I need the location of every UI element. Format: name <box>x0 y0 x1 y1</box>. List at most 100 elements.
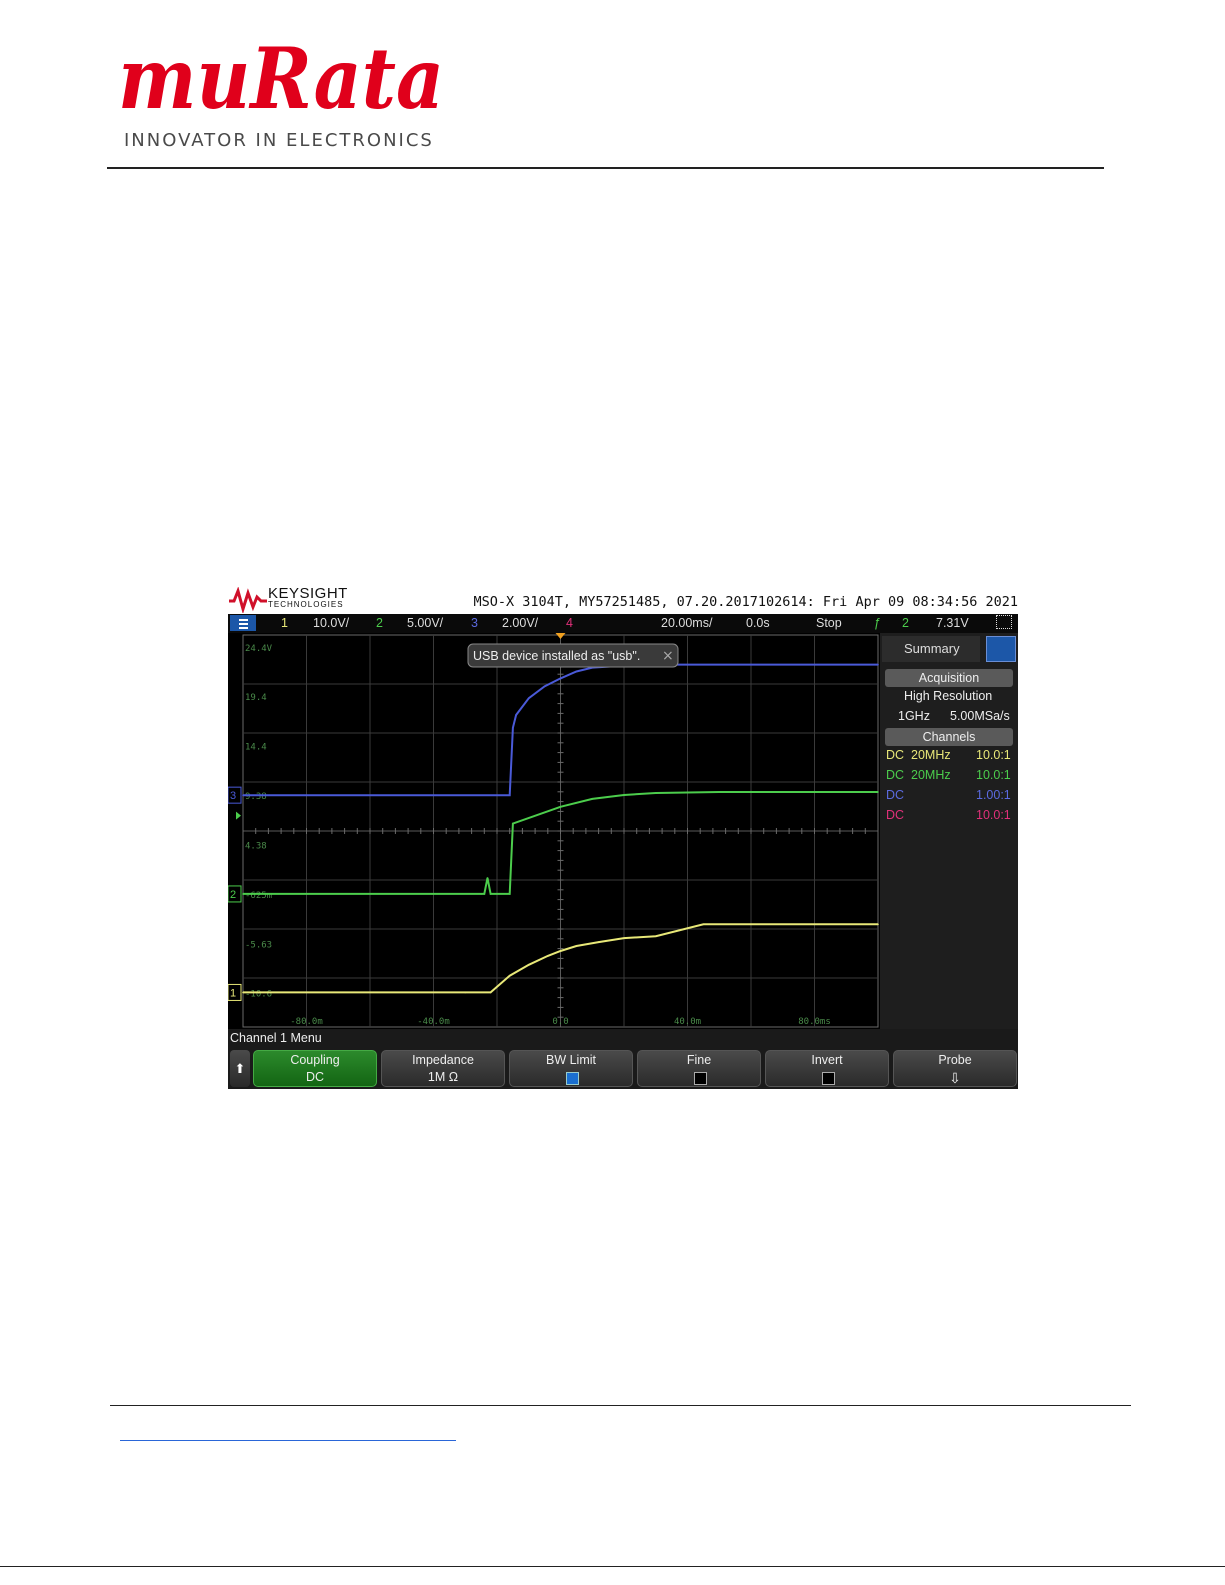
ch2-trace-point <box>483 893 486 895</box>
ch1-trace-point <box>527 963 530 966</box>
ch2-trace-point <box>486 877 489 879</box>
x-tick-label: -40.0m <box>417 1017 450 1027</box>
x-tick-label: 0.0 <box>552 1017 568 1027</box>
delay[interactable]: 0.0s <box>746 616 770 630</box>
ch2-bw: 20MHz <box>911 768 951 782</box>
ch3-trace-point <box>242 794 244 796</box>
ch3-trace-point <box>508 794 511 796</box>
ch2-scale[interactable]: 5.00V/ <box>407 616 443 630</box>
x-tick-label: -80.0m <box>290 1017 323 1027</box>
ch3-trace-point <box>527 697 530 699</box>
side-panel: Summary Acquisition High Resolution 1GHz… <box>880 633 1018 1029</box>
keysight-wave-icon <box>229 587 267 613</box>
ch3-ground-marker: 3 <box>230 790 236 802</box>
ch3-trace-point <box>559 677 562 680</box>
ch4-coupling: DC <box>886 808 905 822</box>
trigger-channel[interactable]: 2 <box>902 616 909 630</box>
ch1-trace-point <box>242 991 244 994</box>
y-tick-label: -10.6 <box>245 989 272 999</box>
svg-text:muRata: muRata <box>118 30 444 122</box>
invert-checkbox[interactable] <box>822 1072 835 1085</box>
acquisition-rate: 5.00MSa/s <box>950 709 1010 723</box>
coupling-softkey[interactable]: Coupling DC <box>253 1050 377 1087</box>
probe-softkey[interactable]: Probe ⇩ <box>893 1050 1017 1087</box>
ch3-trace-point <box>750 663 752 666</box>
vendor-sub: TECHNOLOGIES <box>268 600 344 609</box>
main-menu-icon[interactable] <box>230 615 256 631</box>
fine-checkbox[interactable] <box>694 1072 707 1085</box>
ch2-label[interactable]: 2 <box>376 616 383 630</box>
y-tick-label: 14.4 <box>245 743 267 753</box>
waveform-display: 24.4V 19.4 14.4 9.38 4.38 -625m -5.63 -10.6 -80.… <box>227 633 880 1029</box>
ch1-probe: 10.0:1 <box>976 748 1011 762</box>
ch1-trace-point <box>702 923 705 926</box>
ch1-trace-point <box>877 923 879 926</box>
ch2-trace-point <box>242 893 244 895</box>
fine-label: Fine <box>686 1053 712 1067</box>
ch3-scale[interactable]: 2.00V/ <box>502 616 538 630</box>
footer-link-underline[interactable] <box>120 1440 456 1441</box>
acquisition-header: Acquisition <box>885 669 1013 687</box>
oscilloscope-screenshot: KEYSIGHT TECHNOLOGIES MSO-X 3104T, MY572… <box>227 585 1018 1089</box>
murata-logo: muRata <box>118 29 448 128</box>
ch3-label[interactable]: 3 <box>471 616 478 630</box>
notification-close-icon[interactable]: × <box>662 648 674 664</box>
ch3-coupling: DC <box>886 788 905 802</box>
panel-menu-icon[interactable] <box>986 636 1016 662</box>
waveform-plot: 24.4V 19.4 14.4 9.38 4.38 -625m -5.63 -10.6 -80.… <box>227 633 879 1028</box>
ch4-label[interactable]: 4 <box>566 616 573 630</box>
x-tick-label: 40.0m <box>674 1017 701 1027</box>
ch2-coupling: DC <box>886 768 905 782</box>
bw-limit-softkey[interactable]: BW Limit <box>509 1050 633 1087</box>
back-up-button[interactable]: ⬆ <box>230 1050 250 1087</box>
invert-label: Invert <box>811 1053 843 1067</box>
ch1-trace-point <box>597 941 600 943</box>
impedance-label: Impedance <box>412 1053 474 1067</box>
zoom-icon[interactable] <box>996 615 1012 629</box>
ch3-probe: 1.00:1 <box>976 788 1011 802</box>
ch2-trace-point <box>508 893 511 895</box>
ch1-trace-point <box>623 937 625 939</box>
bw-limit-checkbox[interactable] <box>566 1072 579 1085</box>
y-tick-label: 24.4V <box>245 644 273 654</box>
ch3-trace-point <box>515 714 517 716</box>
impedance-value: 1M Ω <box>427 1070 459 1084</box>
ch1-trace-point <box>575 945 578 947</box>
footer-divider <box>110 1405 1131 1406</box>
trigger-level-marker <box>236 811 241 820</box>
timebase[interactable]: 20.00ms/ <box>661 616 712 630</box>
ch1-label[interactable]: 1 <box>281 616 288 630</box>
y-tick-label: 4.38 <box>245 842 267 852</box>
ch3-trace-point <box>543 685 546 688</box>
probe-label: Probe <box>938 1053 972 1067</box>
ch3-trace-point <box>877 663 879 666</box>
y-tick-label: -5.63 <box>245 940 272 950</box>
invert-softkey[interactable]: Invert <box>765 1050 889 1087</box>
ch3-trace-point <box>512 727 514 729</box>
header-divider <box>107 167 1104 169</box>
acquisition-bw: 1GHz <box>898 709 930 723</box>
trigger-level[interactable]: 7.31V <box>936 616 969 630</box>
ch2-trace-point <box>591 798 594 800</box>
run-state[interactable]: Stop <box>816 616 842 630</box>
probe-arrow-icon: ⇩ <box>949 1070 961 1086</box>
scope-id-line: MSO-X 3104T, MY57251485, 07.20.201710261… <box>473 594 1018 610</box>
ch2-trace-point <box>489 893 492 895</box>
ch1-trace-point <box>508 974 511 977</box>
ch1-trace-point <box>547 955 549 957</box>
tab-summary[interactable]: Summary <box>882 636 980 662</box>
impedance-softkey[interactable]: Impedance 1M Ω <box>381 1050 505 1087</box>
ch1-scale[interactable]: 10.0V/ <box>313 616 349 630</box>
ch2-trace-point <box>654 792 657 794</box>
fine-softkey[interactable]: Fine <box>637 1050 761 1087</box>
murata-logo-mark: muRata <box>118 29 444 128</box>
ch2-probe: 10.0:1 <box>976 768 1011 782</box>
ch2-trace-point <box>559 806 562 808</box>
x-tick-label: 80.0ms <box>798 1017 831 1027</box>
ch2-trace-point <box>718 791 721 793</box>
y-tick-label: -625m <box>245 891 272 901</box>
y-tick-label: 19.4 <box>245 693 267 703</box>
ch2-trace-point <box>480 893 482 895</box>
page-bottom-rule <box>0 1566 1225 1567</box>
ch2-trace-point <box>512 822 514 825</box>
